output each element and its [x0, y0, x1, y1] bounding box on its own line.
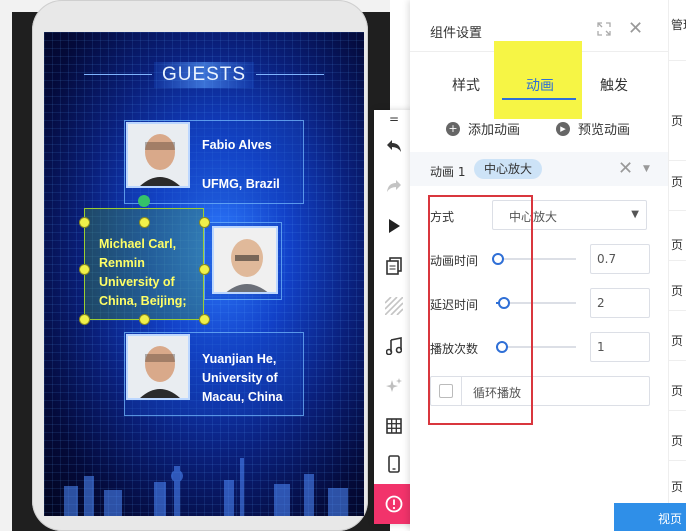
- texture-icon[interactable]: [374, 286, 414, 326]
- sparkle-icon[interactable]: [374, 366, 414, 406]
- page-item-label[interactable]: 页: [671, 382, 683, 399]
- resize-handle-left[interactable]: [79, 264, 90, 275]
- resize-handle-top-left[interactable]: [79, 217, 90, 228]
- preview-page-button[interactable]: 视页: [614, 503, 686, 531]
- tab-style[interactable]: 样式: [452, 75, 480, 95]
- count-input[interactable]: 1: [590, 332, 650, 362]
- preview-animation-button[interactable]: ▸ 预览动画: [556, 119, 630, 138]
- guest-3-line-1[interactable]: Yuanjian He,: [202, 350, 276, 369]
- page-item-label[interactable]: 页: [671, 432, 683, 449]
- add-animation-label: 添加动画: [468, 123, 521, 138]
- tab-trigger[interactable]: 触发: [600, 75, 628, 95]
- strip-divider: [669, 260, 686, 261]
- resize-handle-top[interactable]: [139, 217, 150, 228]
- strip-divider: [669, 460, 686, 461]
- animation-item-header[interactable]: 动画 1 中心放大 ✕ ▼: [410, 152, 668, 186]
- remove-animation-icon[interactable]: ✕: [618, 158, 633, 179]
- page-item-label[interactable]: 页: [671, 282, 683, 299]
- close-icon[interactable]: ✕: [628, 20, 643, 38]
- vertical-toolbar: =: [374, 110, 414, 524]
- page-title[interactable]: GUESTS: [154, 62, 254, 88]
- resize-handle-top-right[interactable]: [199, 217, 210, 228]
- expand-icon[interactable]: [597, 22, 611, 36]
- guest-photo-2[interactable]: [212, 226, 278, 294]
- guest-photo-1[interactable]: [126, 122, 190, 188]
- page-item-label[interactable]: 页: [671, 478, 683, 495]
- collapse-caret-icon[interactable]: ▼: [643, 164, 650, 174]
- add-animation-button[interactable]: + 添加动画: [446, 119, 520, 138]
- animation-item-label: 动画 1: [430, 165, 466, 179]
- guest-2-line-4: China, Beijing;: [99, 294, 187, 308]
- page-manage-label[interactable]: 管理: [671, 16, 686, 33]
- resize-handle-bottom[interactable]: [139, 314, 150, 325]
- page-item-label[interactable]: 页: [671, 112, 683, 129]
- animation-type-tag: 中心放大: [474, 159, 543, 179]
- guest-photo-3[interactable]: [126, 334, 190, 400]
- page-list-strip: 管理 页 页 页 页 页 页 页 页: [668, 0, 686, 531]
- table-icon[interactable]: [374, 406, 414, 446]
- mobile-icon[interactable]: [374, 444, 414, 484]
- guest-affiliation-1[interactable]: UFMG, Brazil: [202, 175, 280, 194]
- strip-divider: [669, 60, 686, 61]
- strip-divider: [669, 360, 686, 361]
- strip-divider: [669, 210, 686, 211]
- title-decor-line-left: [84, 74, 152, 75]
- alert-icon[interactable]: [374, 484, 414, 524]
- guest-name-1[interactable]: Fabio Alves: [202, 136, 272, 155]
- undo-icon[interactable]: [374, 126, 414, 166]
- music-icon[interactable]: [374, 326, 414, 366]
- delay-input[interactable]: 2: [590, 288, 650, 318]
- title-decor-line-right: [256, 74, 324, 75]
- page-item-label[interactable]: 页: [671, 236, 683, 253]
- tab-animation[interactable]: 动画: [526, 75, 554, 95]
- plus-circle-icon: +: [446, 121, 460, 136]
- dropdown-arrow-icon: ▼: [631, 209, 639, 220]
- resize-handle-bottom-left[interactable]: [79, 314, 90, 325]
- strip-divider: [669, 160, 686, 161]
- resize-handle-bottom-right[interactable]: [199, 314, 210, 325]
- resize-handle-right[interactable]: [199, 264, 210, 275]
- panel-title: 组件设置: [430, 26, 483, 41]
- rotate-handle[interactable]: [138, 195, 150, 207]
- guest-2-line-2: Renmin: [99, 256, 145, 270]
- city-skyline-image: [64, 458, 348, 516]
- selected-text-content[interactable]: Michael Carl, Renmin University of China…: [99, 235, 209, 311]
- guest-2-line-1: Michael Carl,: [99, 237, 177, 251]
- copy-icon[interactable]: [374, 246, 414, 286]
- duration-input[interactable]: 0.7: [590, 244, 650, 274]
- play-icon[interactable]: [374, 206, 414, 246]
- redo-icon[interactable]: [374, 166, 414, 206]
- preview-animation-label: 预览动画: [578, 123, 631, 138]
- strip-divider: [669, 410, 686, 411]
- guest-3-line-2[interactable]: University of: [202, 369, 278, 388]
- page-item-label[interactable]: 页: [671, 173, 683, 190]
- guest-2-line-3: University of: [99, 275, 175, 289]
- page-item-label[interactable]: 页: [671, 332, 683, 349]
- annotation-red-box: [428, 195, 533, 425]
- active-tab-indicator: [502, 98, 576, 100]
- play-circle-icon: ▸: [556, 121, 570, 136]
- guest-3-line-3[interactable]: Macau, China: [202, 388, 283, 407]
- strip-divider: [669, 310, 686, 311]
